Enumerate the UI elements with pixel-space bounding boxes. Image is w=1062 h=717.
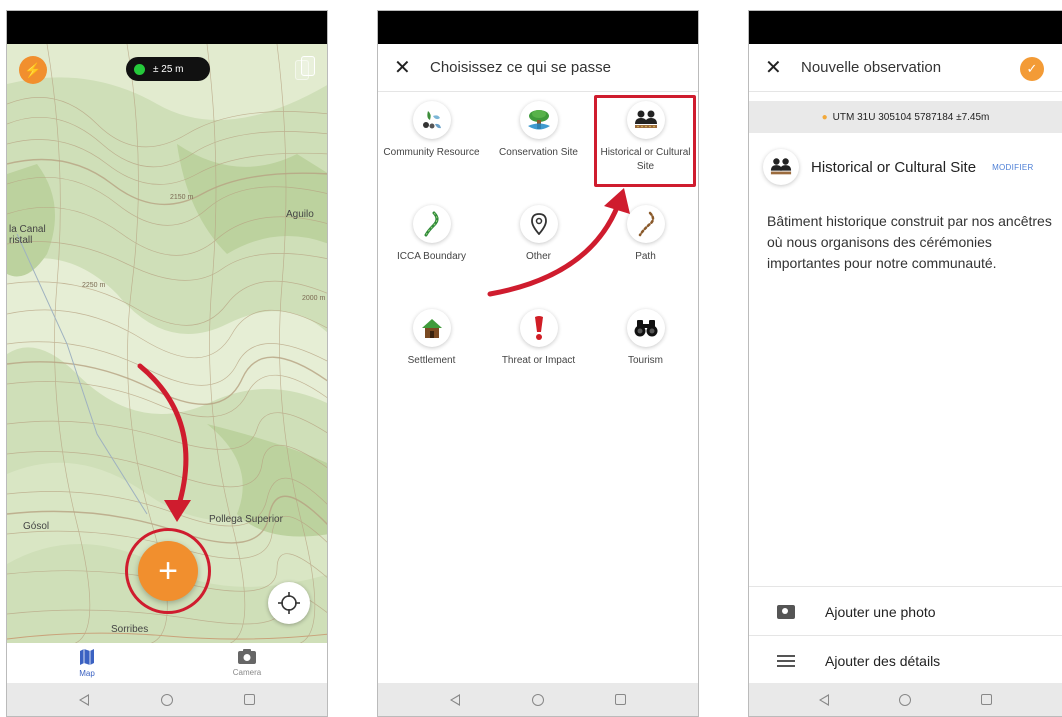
crosshair-icon xyxy=(278,592,300,614)
map-icon xyxy=(80,648,94,665)
list-icon xyxy=(777,654,795,667)
exclamation-icon xyxy=(519,309,558,347)
map-contour-label: 2000 m xyxy=(302,295,326,302)
selected-category-name: Historical or Cultural Site xyxy=(811,158,977,176)
selected-category-row: Historical or Cultural Site MODIFIER xyxy=(763,147,1062,187)
location-text: UTM 31U 305104 5787184 ±7.45m xyxy=(832,111,990,123)
tab-map-label: Map xyxy=(79,668,95,678)
binoculars-icon xyxy=(626,309,665,347)
map-label-aguilo: Aguilo xyxy=(286,209,314,220)
category-threat-impact[interactable]: Threat or Impact xyxy=(485,304,592,408)
category-label: Tourism xyxy=(627,355,663,366)
phone-category-screen: ✕ Choisissez ce qui se passe Community R… xyxy=(377,10,699,717)
add-details-button[interactable]: Ajouter des détails xyxy=(749,635,1062,685)
add-photo-button[interactable]: Ajouter une photo xyxy=(749,586,1062,636)
new-observation-button[interactable]: + xyxy=(138,541,198,601)
category-label: Settlement xyxy=(407,355,456,366)
map-label-pollega: Pollega Superior xyxy=(209,514,283,525)
observation-header: ✕ Nouvelle observation xyxy=(749,44,1062,92)
locate-me-button[interactable] xyxy=(268,582,310,624)
phone-map-screen: la Canal ristall Aguilo Gósol Pollega Su… xyxy=(6,10,328,717)
camera-icon xyxy=(777,604,795,619)
close-icon[interactable]: ✕ xyxy=(765,58,787,78)
tab-camera-label: Camera xyxy=(232,668,262,677)
category-settlement[interactable]: Settlement xyxy=(378,304,485,408)
modify-category-link[interactable]: MODIFIER xyxy=(992,163,1034,172)
home-icon[interactable] xyxy=(899,693,911,706)
map-label-la-canal: la Canal xyxy=(9,224,46,235)
recent-apps-icon[interactable] xyxy=(981,694,992,705)
category-other[interactable]: Other xyxy=(485,200,592,304)
category-label: Conservation Site xyxy=(499,147,578,158)
bottom-tab-bar: Map Camera xyxy=(7,643,327,683)
map-contour-label: 2250 m xyxy=(82,282,106,289)
add-photo-label: Ajouter une photo xyxy=(825,603,936,620)
category-tourism[interactable]: Tourism xyxy=(592,304,698,408)
highlight-box xyxy=(594,95,696,187)
category-label: Threat or Impact xyxy=(501,355,576,366)
page-title: Nouvelle observation xyxy=(801,59,942,76)
back-icon[interactable] xyxy=(449,693,460,706)
pin-outline-icon xyxy=(519,205,558,243)
add-details-label: Ajouter des détails xyxy=(825,652,941,669)
category-community-resource[interactable]: Community Resource xyxy=(378,96,485,200)
recent-apps-icon[interactable] xyxy=(615,694,627,705)
map-label-sorribes: Sorribes xyxy=(111,624,149,635)
system-navigation-bar xyxy=(749,683,1062,716)
gps-status-dot-icon xyxy=(134,63,145,75)
back-icon[interactable] xyxy=(78,693,89,706)
gps-accuracy-text: ± 25 m xyxy=(153,63,184,75)
close-icon[interactable]: ✕ xyxy=(394,58,416,78)
page-title: Choisissez ce qui se passe xyxy=(430,59,611,76)
system-navigation-bar xyxy=(378,683,698,716)
phone-observation-screen: ✕ Nouvelle observation ✓ ● UTM 31U 30510… xyxy=(748,10,1062,717)
home-icon[interactable] xyxy=(531,693,544,706)
recent-apps-icon[interactable] xyxy=(244,694,256,705)
gps-status-pill[interactable]: ± 25 m xyxy=(126,57,210,81)
tab-map[interactable]: Map xyxy=(7,643,167,683)
status-bar xyxy=(749,11,1062,44)
category-path[interactable]: Path xyxy=(592,200,698,304)
save-check-icon[interactable]: ✓ xyxy=(1020,57,1044,81)
category-label: Community Resource xyxy=(383,147,480,158)
category-label: ICCA Boundary xyxy=(397,251,466,262)
map-label-gosol: Gósol xyxy=(23,521,50,532)
category-label: Path xyxy=(635,251,656,262)
status-bar xyxy=(378,11,698,44)
status-bar xyxy=(7,11,327,44)
house-icon xyxy=(412,309,451,347)
layers-icon[interactable] xyxy=(295,56,317,82)
map-label-cristall: ristall xyxy=(9,235,33,246)
quick-action-bolt-icon[interactable]: ⚡ xyxy=(19,56,47,84)
location-bar: ● UTM 31U 305104 5787184 ±7.45m xyxy=(749,101,1062,133)
path-icon xyxy=(626,205,665,243)
location-pin-icon: ● xyxy=(821,111,828,123)
camera-icon xyxy=(238,649,256,664)
system-navigation-bar xyxy=(7,683,327,716)
map-contour-label: 2150 m xyxy=(170,194,194,201)
back-icon[interactable] xyxy=(819,693,829,706)
category-label: Other xyxy=(525,251,551,262)
category-header: ✕ Choisissez ce qui se passe xyxy=(378,44,698,92)
community-resource-icon xyxy=(412,101,451,139)
people-icon xyxy=(763,149,799,185)
category-conservation-site[interactable]: Conservation Site xyxy=(485,96,592,200)
category-icca-boundary[interactable]: ICCA Boundary xyxy=(378,200,485,304)
observation-description[interactable]: Bâtiment historique construit par nos an… xyxy=(767,211,1057,274)
home-icon[interactable] xyxy=(160,693,173,706)
tree-icon xyxy=(519,101,558,139)
tab-camera[interactable]: Camera xyxy=(167,643,327,683)
boundary-icon xyxy=(412,205,451,243)
